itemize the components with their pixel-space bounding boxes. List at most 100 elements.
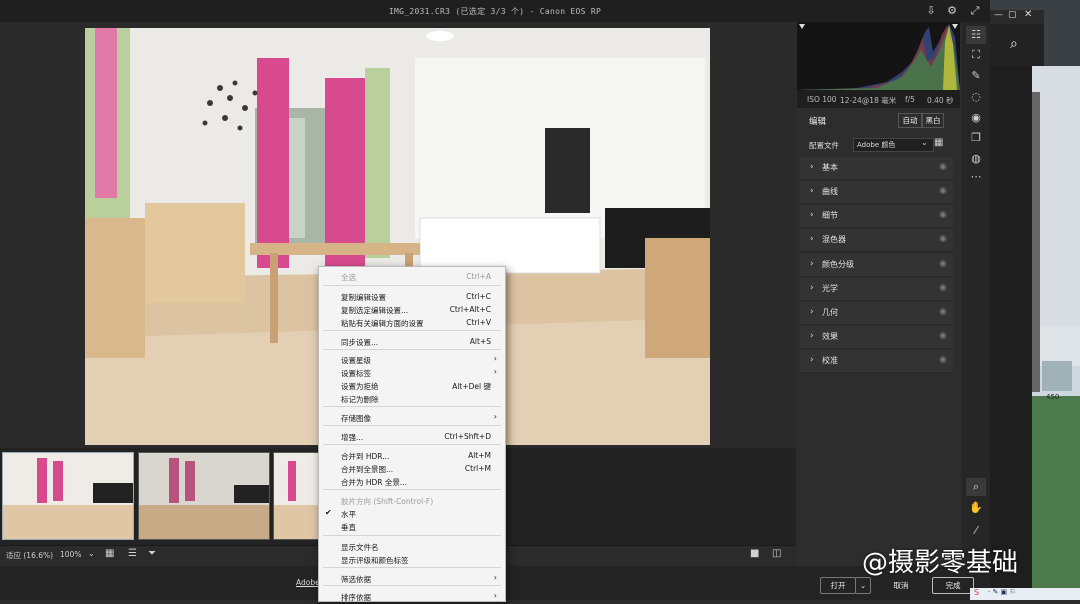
- check-icon: ✔: [325, 508, 332, 517]
- adobe-link[interactable]: Adobe: [296, 578, 320, 587]
- chevron-right-icon: ›: [810, 210, 814, 220]
- section-label: 光学: [822, 284, 838, 293]
- fullscreen-icon[interactable]: ⤢: [968, 4, 982, 18]
- thumbnail-3[interactable]: [273, 452, 319, 540]
- menu-item[interactable]: 同步设置... Alt+S: [319, 336, 505, 349]
- single-view-icon[interactable]: ■: [750, 548, 759, 559]
- menu-item[interactable]: 显示评级和颜色标签: [319, 554, 505, 567]
- panel-section[interactable]: › 效果 ◉: [800, 326, 953, 349]
- snapshots-icon[interactable]: ◍: [966, 150, 986, 168]
- menu-item-label: 存储图像: [341, 414, 371, 423]
- done-button[interactable]: 完成: [932, 577, 974, 594]
- menu-item[interactable]: 垂直: [319, 521, 505, 534]
- eye-icon[interactable]: ◉: [939, 283, 947, 293]
- eye-icon[interactable]: ◉: [939, 234, 947, 244]
- section-label: 效果: [822, 332, 838, 341]
- menu-item[interactable]: 标记为删除: [319, 393, 505, 406]
- cancel-button[interactable]: 取消: [880, 577, 922, 594]
- hand-icon[interactable]: ✋: [966, 499, 986, 517]
- edit-sliders-icon[interactable]: ☷: [966, 26, 986, 44]
- menu-item-shortcut: Alt+M: [468, 451, 491, 460]
- menu-separator: [323, 444, 501, 445]
- panel-section[interactable]: › 基本 ◉: [800, 157, 953, 180]
- menu-item[interactable]: 复制编辑设置 Ctrl+C: [319, 291, 505, 304]
- search-icon[interactable]: ⌕: [1010, 36, 1018, 52]
- menu-item-label: 复制编辑设置: [341, 293, 386, 302]
- thumbnail-1[interactable]: [2, 452, 134, 540]
- menu-item[interactable]: 增强... Ctrl+Shft+D: [319, 431, 505, 444]
- presets-icon[interactable]: ❐: [966, 129, 986, 147]
- more-options-icon[interactable]: ⋯: [966, 168, 986, 186]
- menu-item[interactable]: ✔ 水平: [319, 508, 505, 521]
- thumbnail-2[interactable]: [138, 452, 270, 540]
- panel-section[interactable]: › 几何 ◉: [800, 302, 953, 325]
- minimize-icon[interactable]: —: [994, 10, 1003, 20]
- red-eye-icon[interactable]: ◉: [966, 109, 986, 127]
- close-icon[interactable]: ✕: [1024, 9, 1032, 20]
- panel-section[interactable]: › 颜色分级 ◉: [800, 254, 953, 277]
- eye-icon[interactable]: ◉: [939, 259, 947, 269]
- open-menu-button[interactable]: ⌄: [855, 577, 871, 594]
- eye-icon[interactable]: ◉: [939, 355, 947, 365]
- zoom-select[interactable]: 100%: [60, 550, 81, 559]
- chevron-down-icon[interactable]: ⌄: [88, 549, 95, 558]
- bg-dark-column: [990, 66, 1032, 600]
- menu-item[interactable]: 排序依据 ›: [319, 591, 505, 604]
- masking-icon[interactable]: ◌: [966, 88, 986, 106]
- eye-icon[interactable]: ◉: [939, 162, 947, 172]
- auto-button[interactable]: 自动: [898, 113, 922, 128]
- menu-item: 全选 Ctrl+A: [319, 271, 505, 284]
- panel-section[interactable]: › 混色器 ◉: [800, 229, 953, 252]
- filter-icon[interactable]: ⏷: [148, 548, 156, 559]
- maximize-icon[interactable]: ▢: [1008, 10, 1017, 20]
- menu-item[interactable]: 筛选依据 ›: [319, 573, 505, 586]
- compare-view-icon[interactable]: ◫: [772, 548, 781, 559]
- panel-section[interactable]: › 细节 ◉: [800, 205, 953, 228]
- menu-item[interactable]: 合并到全景图... Ctrl+M: [319, 463, 505, 476]
- menu-item-label: 粘贴有关编辑方面的设置: [341, 319, 424, 328]
- export-icon[interactable]: ⇩: [924, 4, 938, 18]
- bw-button[interactable]: 黑白: [922, 113, 944, 128]
- panel-section[interactable]: › 校准 ◉: [800, 350, 953, 373]
- eyedropper-icon[interactable]: ⁄: [966, 522, 986, 540]
- histogram: [797, 22, 960, 90]
- shutter-value: 0.40 秒: [927, 96, 954, 105]
- menu-item-label: 合并到 HDR...: [341, 452, 390, 461]
- menu-item[interactable]: 设置标签 ›: [319, 367, 505, 380]
- menu-separator: [323, 330, 501, 331]
- profile-label: 配置文件: [809, 141, 839, 150]
- crop-icon[interactable]: ⛶: [966, 46, 986, 64]
- eye-icon[interactable]: ◉: [939, 210, 947, 220]
- menu-item[interactable]: 合并为 HDR 全景...: [319, 476, 505, 489]
- menu-item[interactable]: 粘贴有关编辑方面的设置 Ctrl+V: [319, 317, 505, 330]
- menu-item[interactable]: 存储图像 ›: [319, 412, 505, 425]
- input-method-icon[interactable]: S: [974, 588, 979, 597]
- open-button[interactable]: 打开: [820, 577, 856, 594]
- healing-brush-icon[interactable]: ✎: [966, 67, 986, 85]
- tray-icons[interactable]: · ✎ ▣ ⚐: [988, 588, 1016, 596]
- menu-item[interactable]: 复制选定编辑设置... Ctrl+Alt+C: [319, 304, 505, 317]
- profile-browser-icon[interactable]: ▦: [934, 137, 943, 148]
- sort-icon[interactable]: ☰: [128, 548, 137, 559]
- section-label: 混色器: [822, 235, 846, 244]
- panel-section[interactable]: › 光学 ◉: [800, 278, 953, 301]
- fit-zoom-label[interactable]: 适应 (16.6%): [6, 550, 53, 561]
- menu-item[interactable]: 设置为拒绝 Alt+Del 键: [319, 380, 505, 393]
- eye-icon[interactable]: ◉: [939, 331, 947, 341]
- menu-item[interactable]: 设置星级 ›: [319, 354, 505, 367]
- eye-icon[interactable]: ◉: [939, 186, 947, 196]
- grid-view-icon[interactable]: ▦: [105, 548, 114, 559]
- eye-icon[interactable]: ◉: [939, 307, 947, 317]
- panel-section[interactable]: › 曲线 ◉: [800, 181, 953, 204]
- menu-item[interactable]: 显示文件名: [319, 541, 505, 554]
- chevron-right-icon: ›: [493, 354, 497, 363]
- menu-item[interactable]: 合并到 HDR... Alt+M: [319, 450, 505, 463]
- bg-scrollbar[interactable]: [1032, 92, 1040, 392]
- menu-item-label: 筛选依据: [341, 575, 371, 584]
- zoom-icon[interactable]: ⌕: [966, 478, 986, 496]
- section-label: 曲线: [822, 187, 838, 196]
- window-title: IMG_2031.CR3 (已选定 3/3 个) - Canon EOS RP: [388, 7, 602, 16]
- menu-item-shortcut: Ctrl+C: [466, 292, 491, 301]
- menu-item-label: 合并为 HDR 全景...: [341, 478, 408, 487]
- gear-icon[interactable]: ⚙: [945, 4, 959, 18]
